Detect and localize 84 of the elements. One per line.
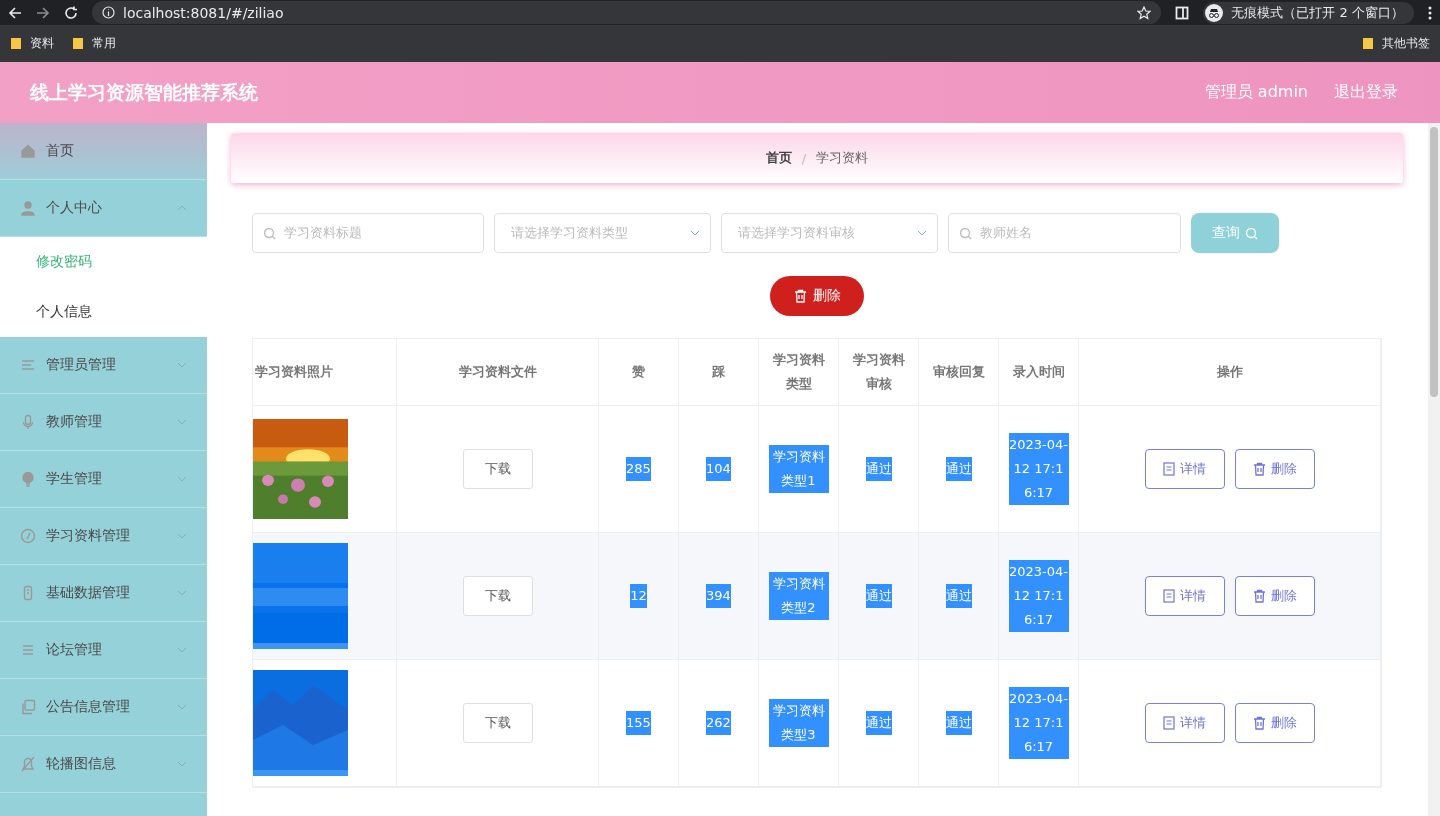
search-icon	[959, 226, 972, 240]
column-header: 踩	[679, 339, 759, 405]
trash-icon	[793, 289, 807, 303]
delete-button[interactable]: 删除	[1234, 449, 1315, 489]
search-icon	[1245, 226, 1258, 240]
like-count: 285	[626, 457, 651, 481]
document-icon	[1163, 589, 1175, 603]
folder-icon	[10, 37, 22, 50]
app-title: 线上学习资源智能推荐系统	[30, 79, 259, 105]
material-type: 学习资料类型3	[768, 699, 829, 747]
column-header: 操作	[1079, 339, 1381, 405]
url-text: localhost:8081/#/ziliao	[123, 4, 284, 21]
document-icon	[1163, 716, 1175, 730]
delete-button[interactable]: 删除	[770, 276, 864, 316]
review-status: 通过	[865, 711, 892, 735]
like-count: 12	[630, 584, 647, 608]
bulb-icon	[20, 471, 36, 487]
menu-icon[interactable]	[1428, 5, 1432, 20]
download-button[interactable]: 下载	[462, 703, 533, 743]
incognito-icon	[1205, 3, 1224, 22]
download-button[interactable]: 下载	[462, 576, 533, 616]
compass-icon	[20, 528, 36, 544]
user-icon	[20, 200, 36, 216]
trash-icon	[1252, 716, 1266, 730]
chevron-icon	[917, 230, 927, 236]
bell-off-icon	[20, 756, 36, 772]
dislike-count: 262	[706, 711, 731, 735]
entry-time: 2023-04-12 17:16:17	[1008, 687, 1069, 759]
home-icon	[20, 143, 36, 159]
forward-icon[interactable]	[36, 5, 50, 20]
details-button[interactable]: 详情	[1144, 449, 1225, 489]
column-header: 学习资料审核	[839, 339, 919, 405]
user-label: 管理员 admin	[1204, 82, 1308, 103]
trash-icon	[1252, 462, 1266, 476]
details-button[interactable]: 详情	[1144, 703, 1225, 743]
dislike-count: 394	[706, 584, 731, 608]
dislike-count: 104	[706, 457, 731, 481]
review-reply: 通过	[945, 457, 972, 481]
scrollbar[interactable]	[1428, 123, 1440, 816]
folder-icon	[1362, 37, 1374, 50]
breadcrumb-item: 学习资料	[816, 149, 869, 167]
entry-time: 2023-04-12 17:16:17	[1008, 433, 1069, 505]
document-icon	[1163, 462, 1175, 476]
incognito-badge[interactable]: 无痕模式（已打开 2 个窗口）	[1203, 1, 1414, 24]
column-header: 学习资料类型	[759, 339, 839, 405]
chevron-icon	[690, 230, 700, 236]
info-icon[interactable]	[102, 6, 115, 19]
list-icon	[20, 642, 36, 658]
incognito-label: 无痕模式（已打开 2 个窗口）	[1231, 3, 1404, 22]
delete-button[interactable]: 删除	[1234, 703, 1315, 743]
trash-icon	[1252, 589, 1266, 603]
like-count: 155	[626, 711, 651, 735]
submenu-item[interactable]: 修改密码	[0, 237, 207, 287]
delete-button[interactable]: 删除	[1234, 576, 1315, 616]
column-header: 录入时间	[999, 339, 1079, 405]
column-header: 学习资料照片	[253, 339, 397, 405]
column-header: 赞	[599, 339, 679, 405]
material-type: 学习资料类型2	[768, 572, 829, 620]
review-reply: 通过	[945, 711, 972, 735]
breadcrumb-separator: /	[801, 150, 807, 166]
back-icon[interactable]	[8, 5, 22, 20]
breadcrumb-item[interactable]: 首页	[765, 149, 792, 167]
bookmark-folder[interactable]: 常用	[72, 35, 116, 52]
review-reply: 通过	[945, 584, 972, 608]
column-header: 审核回复	[919, 339, 999, 405]
column-header: 学习资料文件	[397, 339, 599, 405]
entry-time: 2023-04-12 17:16:17	[1008, 560, 1069, 632]
microphone-icon	[20, 414, 36, 430]
address-bar[interactable]: localhost:8081/#/ziliao	[92, 1, 1162, 24]
star-icon[interactable]	[1137, 5, 1152, 20]
search-icon	[263, 226, 276, 240]
download-button[interactable]: 下载	[462, 449, 533, 489]
reload-icon[interactable]	[64, 5, 78, 20]
review-status: 通过	[865, 457, 892, 481]
copy-icon	[20, 699, 36, 715]
folder-icon	[72, 37, 84, 50]
details-button[interactable]: 详情	[1144, 576, 1225, 616]
list-icon	[20, 357, 36, 373]
review-status: 通过	[865, 584, 892, 608]
side-panel-icon[interactable]	[1175, 5, 1190, 20]
bookmark-folder[interactable]: 资料	[10, 35, 54, 52]
bookmark-folder[interactable]: 其他书签	[1362, 35, 1430, 52]
material-type: 学习资料类型1	[768, 445, 829, 493]
submenu-item[interactable]: 个人信息	[0, 287, 207, 337]
